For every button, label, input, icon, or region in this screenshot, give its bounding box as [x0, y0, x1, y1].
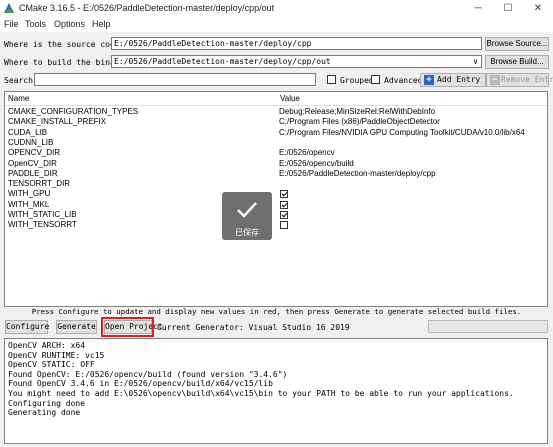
add-entry-label: Add Entry [437, 75, 481, 84]
output-line: Configuring done [8, 398, 86, 408]
minimize-button[interactable]: ─ [463, 0, 493, 17]
entry-checkbox[interactable] [280, 211, 288, 219]
table-row[interactable]: PADDLE_DIR E:/0526/PaddleDetection-master… [5, 168, 547, 179]
output-line: OpenCV RUNTIME: vc15 [8, 350, 105, 360]
output-line: Generating done [8, 408, 81, 418]
remove-entry-label: Remove Entry [501, 75, 553, 84]
advanced-label: Advanced [384, 76, 423, 85]
menu-bar: File Tools Options Help [0, 17, 553, 32]
current-generator-label: Current Generator: Visual Studio 16 2019 [157, 323, 350, 332]
browse-source-button[interactable]: Browse Source... [485, 37, 549, 51]
output-line: OpenCV ARCH: x64 [8, 341, 86, 350]
close-button[interactable]: ✕ [523, 0, 553, 17]
table-row[interactable]: WITH_GPU [5, 189, 547, 199]
entry-name: OPENCV_DIR [8, 148, 61, 158]
output-line: OpenCV STATIC: OFF [8, 360, 95, 370]
title-bar: CMake 3.16.5 - E:/0526/PaddleDetection-m… [0, 0, 553, 17]
table-row[interactable]: CMAKE_CONFIGURATION_TYPES Debug;Release;M… [5, 107, 547, 117]
table-row[interactable]: OpenCV_DIR E:/0526/opencv/build [5, 158, 547, 169]
remove-entry-button[interactable]: − Remove Entry [486, 73, 553, 87]
table-row[interactable]: OPENCV_DIR E:/0526/opencv [5, 148, 547, 158]
progress-bar [428, 320, 548, 333]
table-row[interactable]: WITH_MKL [5, 199, 547, 210]
table-row[interactable]: CUDNN_LIB [5, 137, 547, 148]
menu-tools[interactable]: Tools [25, 19, 46, 29]
entry-name: WITH_TENSORRT [8, 220, 77, 230]
table-row[interactable]: CMAKE_INSTALL_PREFIX C:/Program Files (x8… [5, 117, 547, 127]
output-line: Found OpenCV 3.4.6 in E:/0526/opencv/bui… [8, 379, 273, 389]
minus-icon: − [490, 75, 500, 85]
toast-text: 已保存 [235, 228, 259, 237]
checkmark-icon [237, 202, 257, 218]
table-row[interactable]: TENSORRT_DIR [5, 179, 547, 189]
output-log[interactable]: OpenCV ARCH: x64 OpenCV RUNTIME: vc15 Open… [4, 338, 548, 444]
entry-name: CUDNN_LIB [8, 137, 54, 147]
saved-toast: 已保存 [222, 192, 272, 240]
source-label: Where is the source code: [4, 40, 125, 49]
entry-name: WITH_GPU [8, 189, 51, 199]
add-entry-button[interactable]: + Add Entry [420, 73, 486, 87]
generate-button[interactable]: Generate [56, 320, 97, 334]
entry-name: OpenCV_DIR [8, 158, 57, 168]
entry-checkbox[interactable] [280, 190, 288, 199]
entry-value[interactable]: E:/0526/opencv/build [279, 159, 354, 169]
entry-name: CMAKE_CONFIGURATION_TYPES [8, 107, 139, 116]
cmake-logo-icon [4, 3, 14, 13]
entry-name: TENSORRT_DIR [8, 179, 71, 189]
table-row[interactable]: WITH_STATIC_LIB [5, 210, 547, 220]
grouped-label: Grouped [340, 76, 374, 85]
cache-table[interactable]: Name Value CMAKE_CONFIGURATION_TYPES Debu… [4, 91, 548, 307]
output-line: Found OpenCV: E:/0526/opencv/build (foun… [8, 369, 288, 379]
build-path-combobox[interactable]: E:/0526/PaddleDetection-master/deploy/cp… [111, 55, 482, 68]
window-title: CMake 3.16.5 - E:/0526/PaddleDetection-m… [19, 3, 275, 13]
entry-name: WITH_STATIC_LIB [8, 210, 77, 219]
source-path-field[interactable]: E:/0526/PaddleDetection-master/deploy/cp… [111, 37, 482, 50]
entry-value[interactable]: C:/Program Files/NVIDIA GPU Computing To… [279, 128, 525, 138]
build-path-value: E:/0526/PaddleDetection-master/deploy/cp… [114, 57, 331, 66]
column-header-name[interactable]: Name [8, 94, 29, 103]
maximize-button[interactable]: ☐ [493, 0, 523, 17]
menu-options[interactable]: Options [54, 19, 85, 29]
entry-name: WITH_MKL [8, 199, 50, 209]
entry-checkbox[interactable] [280, 221, 288, 230]
entry-value[interactable]: C:/Program Files (x86)/PaddleObjectDetec… [279, 117, 440, 127]
menu-help[interactable]: Help [92, 19, 111, 29]
plus-icon: + [424, 75, 434, 85]
advanced-checkbox[interactable] [371, 75, 380, 84]
search-label: Search: [4, 76, 38, 85]
chevron-down-icon[interactable]: ∨ [473, 56, 478, 67]
search-input[interactable] [34, 73, 316, 86]
entry-name: CMAKE_INSTALL_PREFIX [8, 117, 107, 127]
status-message: Press Configure to update and display ne… [31, 307, 522, 316]
output-line: You might need to add E:\0526\opencv\bui… [8, 388, 514, 398]
table-row[interactable]: WITH_TENSORRT [5, 220, 547, 230]
entry-value[interactable]: E:/0526/PaddleDetection-master/deploy/cp… [279, 169, 436, 179]
entry-name: CUDA_LIB [8, 127, 48, 137]
entry-checkbox[interactable] [280, 200, 288, 209]
column-header-value[interactable]: Value [280, 94, 300, 103]
table-row[interactable]: CUDA_LIB C:/Program Files/NVIDIA GPU Comp… [5, 127, 547, 138]
menu-file[interactable]: File [4, 19, 19, 29]
browse-build-button[interactable]: Browse Build... [485, 55, 549, 69]
highlight-box [101, 317, 154, 337]
grouped-checkbox[interactable] [327, 75, 336, 84]
configure-button[interactable]: Configure [5, 320, 49, 334]
entry-name: PADDLE_DIR [8, 168, 58, 178]
entry-value[interactable]: E:/0526/opencv [279, 148, 335, 158]
entry-value[interactable]: Debug;Release;MinSizeRel;RelWithDebInfo [279, 107, 435, 117]
